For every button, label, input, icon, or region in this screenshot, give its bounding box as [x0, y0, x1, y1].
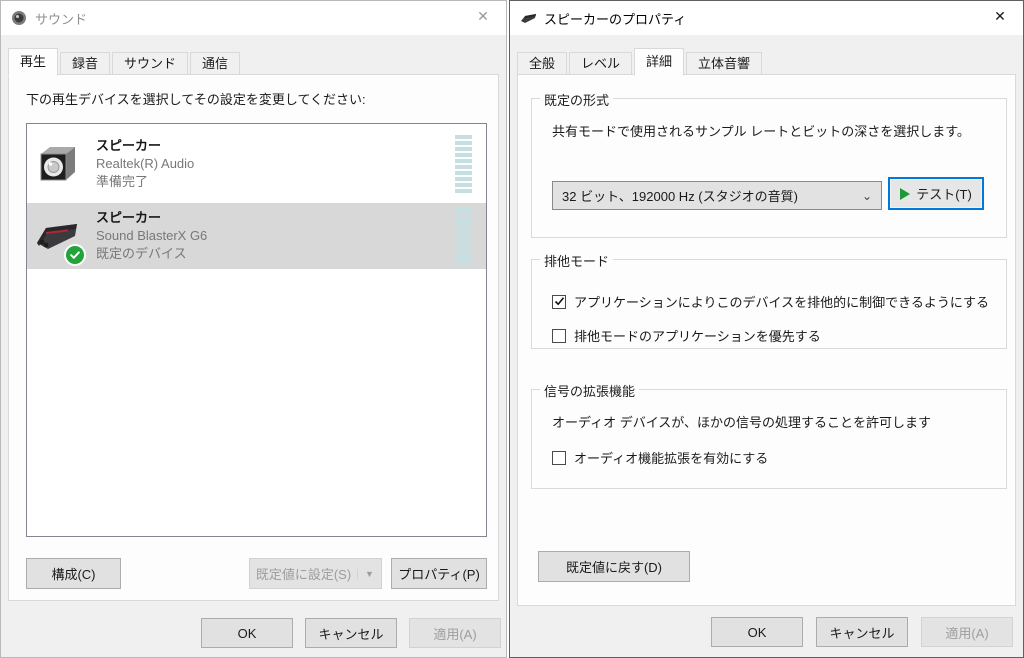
tab-label: 詳細	[646, 54, 673, 69]
dialog-title: スピーカーのプロパティ	[544, 11, 687, 27]
signal-enhancements-group: 信号の拡張機能 オーディオ デバイスが、ほかの信号の処理することを許可します オ…	[531, 381, 1007, 489]
speaker-device-icon	[34, 141, 80, 187]
close-icon[interactable]: ✕	[978, 1, 1022, 31]
dialog-title: サウンド	[35, 11, 88, 27]
device-row-soundblaster[interactable]: スピーカー Sound BlasterX G6 既定のデバイス	[27, 203, 486, 269]
device-text: スピーカー Sound BlasterX G6 既定のデバイス	[96, 209, 207, 263]
default-format-group: 既定の形式 共有モードで使用されるサンプル レートとビットの深さを選択します。 …	[531, 90, 1007, 238]
tab-sounds[interactable]: サウンド	[112, 52, 189, 75]
cancel-button[interactable]: キャンセル	[305, 618, 397, 648]
device-status: 既定のデバイス	[96, 246, 187, 261]
cancel-button[interactable]: キャンセル	[816, 617, 908, 647]
checkbox[interactable]	[552, 328, 566, 343]
device-detail: Realtek(R) Audio	[96, 155, 195, 171]
default-device-check-icon	[64, 244, 86, 266]
close-icon[interactable]: ✕	[461, 1, 505, 31]
sound-dialog-titlebar[interactable]: サウンド ✕	[1, 1, 506, 35]
format-selected-value: 32 ビット、192000 Hz (スタジオの音質)	[562, 189, 798, 204]
tab-label: サウンド	[124, 56, 177, 71]
tab-label: 全般	[529, 56, 556, 71]
chevron-down-icon: ⌄	[861, 188, 872, 203]
group-title: 既定の形式	[540, 90, 614, 109]
volume-meter	[455, 207, 472, 265]
exclusive-control-checkbox-row[interactable]: アプリケーションによりこのデバイスを排他的に制御できるようにする	[552, 292, 989, 311]
ok-button[interactable]: OK	[711, 617, 803, 647]
set-default-button-label[interactable]: 既定値に設定(S)	[250, 564, 357, 583]
tab-recording[interactable]: 録音	[60, 52, 111, 75]
checkbox-label: 排他モードのアプリケーションを優先する	[574, 329, 821, 344]
tab-label: 再生	[20, 54, 47, 69]
sound-tabstrip: 再生 録音 サウンド 通信	[8, 47, 242, 76]
device-status: 準備完了	[96, 173, 149, 189]
format-description: 共有モードで使用されるサンプル レートとビットの深さを選択します。	[552, 124, 970, 139]
set-default-split-button[interactable]: 既定値に設定(S) ▼	[249, 558, 382, 589]
group-title: 信号の拡張機能	[540, 381, 640, 400]
configure-button[interactable]: 構成(C)	[26, 558, 121, 589]
exclusive-priority-checkbox-row[interactable]: 排他モードのアプリケーションを優先する	[552, 326, 821, 345]
signal-description: オーディオ デバイスが、ほかの信号の処理することを許可します	[552, 415, 932, 430]
device-text: スピーカー Realtek(R) Audio 準備完了	[96, 137, 194, 191]
tab-label: 録音	[72, 56, 99, 71]
sound-dialog: サウンド ✕ 再生 録音 サウンド 通信 下の再生デバイスを選択してその設定を変…	[0, 0, 507, 658]
tab-playback[interactable]: 再生	[8, 48, 59, 76]
playback-device-list[interactable]: スピーカー Realtek(R) Audio 準備完了 スピーカー Sound …	[26, 123, 487, 537]
checkbox-label: アプリケーションによりこのデバイスを排他的に制御できるようにする	[574, 295, 989, 310]
apply-button: 適用(A)	[409, 618, 501, 648]
properties-tabstrip: 全般 レベル 詳細 立体音響	[517, 47, 764, 76]
test-button[interactable]: テスト(T)	[888, 177, 984, 210]
checkbox-label: オーディオ機能拡張を有効にする	[574, 451, 769, 466]
group-title: 排他モード	[540, 251, 614, 270]
tab-communications[interactable]: 通信	[190, 52, 241, 75]
audio-enhancements-checkbox-row[interactable]: オーディオ機能拡張を有効にする	[552, 448, 768, 467]
volume-meter	[455, 134, 472, 193]
device-row-realtek[interactable]: スピーカー Realtek(R) Audio 準備完了	[27, 124, 486, 203]
tab-spatial-sound[interactable]: 立体音響	[686, 52, 763, 75]
properties-dialog-titlebar[interactable]: スピーカーのプロパティ ✕	[510, 1, 1023, 35]
ok-button[interactable]: OK	[201, 618, 293, 648]
tab-general[interactable]: 全般	[517, 52, 568, 75]
device-name: スピーカー	[96, 137, 162, 153]
apply-button: 適用(A)	[921, 617, 1013, 647]
soundblaster-device-icon	[34, 213, 86, 266]
format-select[interactable]: 32 ビット、192000 Hz (スタジオの音質) ⌄	[552, 181, 882, 210]
restore-defaults-button[interactable]: 既定値に戻す(D)	[538, 551, 690, 582]
exclusive-mode-group: 排他モード アプリケーションによりこのデバイスを排他的に制御できるようにする 排…	[531, 251, 1007, 349]
tab-label: 通信	[202, 56, 229, 71]
tab-label: レベル	[581, 56, 621, 71]
speaker-icon	[10, 9, 28, 27]
tab-levels[interactable]: レベル	[569, 52, 633, 75]
speaker-properties-dialog: スピーカーのプロパティ ✕ 全般 レベル 詳細 立体音響 既定の形式 共有モード…	[509, 0, 1024, 658]
play-icon	[900, 187, 911, 200]
device-detail: Sound BlasterX G6	[96, 228, 208, 243]
properties-button[interactable]: プロパティ(P)	[391, 558, 487, 589]
device-name: スピーカー	[96, 210, 162, 225]
tab-advanced[interactable]: 詳細	[634, 48, 685, 76]
test-button-label: テスト(T)	[916, 187, 972, 202]
checkbox[interactable]	[552, 450, 566, 465]
soundblaster-icon	[519, 9, 537, 27]
set-default-dropdown-arrow-icon[interactable]: ▼	[357, 568, 381, 579]
checkbox[interactable]	[552, 294, 566, 309]
instruction-text: 下の再生デバイスを選択してその設定を変更してください:	[26, 92, 366, 107]
tab-label: 立体音響	[698, 56, 751, 71]
